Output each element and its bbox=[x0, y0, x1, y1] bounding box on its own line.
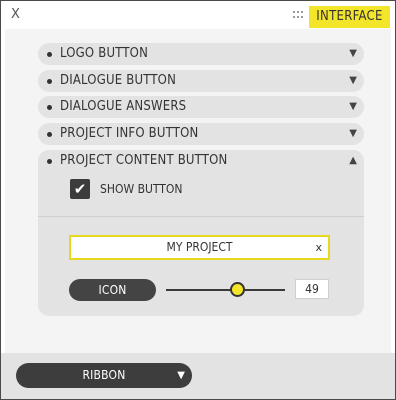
caret-down-icon: ▼ bbox=[177, 370, 185, 381]
panel-titlebar: X INTERFACE bbox=[1, 1, 395, 29]
bullet-icon bbox=[47, 132, 52, 137]
show-button-label: SHOW BUTTON bbox=[100, 182, 183, 196]
clear-icon[interactable]: x bbox=[315, 237, 322, 258]
accordion-project-content-button[interactable]: PROJECT CONTENT BUTTON ▲ ✔ SHOW BUTTON bbox=[38, 150, 364, 216]
chevron-down-icon[interactable]: ▼ bbox=[349, 70, 357, 92]
bullet-icon bbox=[47, 105, 52, 110]
icon-size-slider-thumb[interactable] bbox=[230, 282, 245, 297]
project-name-input[interactable]: MY PROJECT x bbox=[69, 235, 330, 260]
accordion-label: DIALOGUE BUTTON bbox=[60, 73, 177, 88]
bullet-icon bbox=[47, 159, 52, 164]
project-name-value: MY PROJECT bbox=[166, 240, 233, 254]
interface-panel: X INTERFACE LOGO BUTTON ▼ DIALOGUE BUTTO… bbox=[0, 0, 396, 400]
checkmark-icon: ✔ bbox=[73, 180, 87, 198]
accordion-logo-button[interactable]: LOGO BUTTON ▼ bbox=[38, 43, 364, 65]
icon-button[interactable]: ICON bbox=[69, 279, 156, 301]
panel-footer: RIBBON ▼ bbox=[1, 353, 395, 399]
chevron-down-icon[interactable]: ▼ bbox=[349, 123, 357, 145]
bullet-icon bbox=[47, 79, 52, 84]
icon-size-slider-track[interactable] bbox=[166, 289, 285, 291]
ribbon-label: RIBBON bbox=[82, 368, 126, 382]
accordion-label: DIALOGUE ANSWERS bbox=[60, 99, 187, 114]
chevron-up-icon[interactable]: ▲ bbox=[349, 150, 357, 172]
chevron-down-icon[interactable]: ▼ bbox=[349, 96, 357, 118]
close-icon[interactable]: X bbox=[11, 8, 20, 22]
accordion-project-info-button[interactable]: PROJECT INFO BUTTON ▼ bbox=[38, 123, 364, 145]
chevron-down-icon[interactable]: ▼ bbox=[349, 43, 357, 65]
ribbon-dropdown[interactable]: RIBBON ▼ bbox=[16, 363, 192, 388]
accordion-label: PROJECT INFO BUTTON bbox=[60, 126, 199, 141]
accordion-label: PROJECT CONTENT BUTTON bbox=[60, 153, 228, 168]
accordion-label: LOGO BUTTON bbox=[60, 46, 149, 61]
bullet-icon bbox=[47, 52, 52, 57]
icon-size-input[interactable]: 49 bbox=[295, 279, 329, 299]
tab-interface[interactable]: INTERFACE bbox=[309, 6, 390, 28]
accordion-dialogue-button[interactable]: DIALOGUE BUTTON ▼ bbox=[38, 70, 364, 92]
accordion-dialogue-answers[interactable]: DIALOGUE ANSWERS ▼ bbox=[38, 96, 364, 118]
project-content-settings: MY PROJECT x ICON 49 bbox=[38, 216, 364, 316]
panel-content: LOGO BUTTON ▼ DIALOGUE BUTTON ▼ DIALOGUE… bbox=[5, 29, 391, 353]
drag-grip-icon[interactable] bbox=[293, 11, 304, 20]
show-button-checkbox[interactable]: ✔ bbox=[70, 179, 90, 199]
